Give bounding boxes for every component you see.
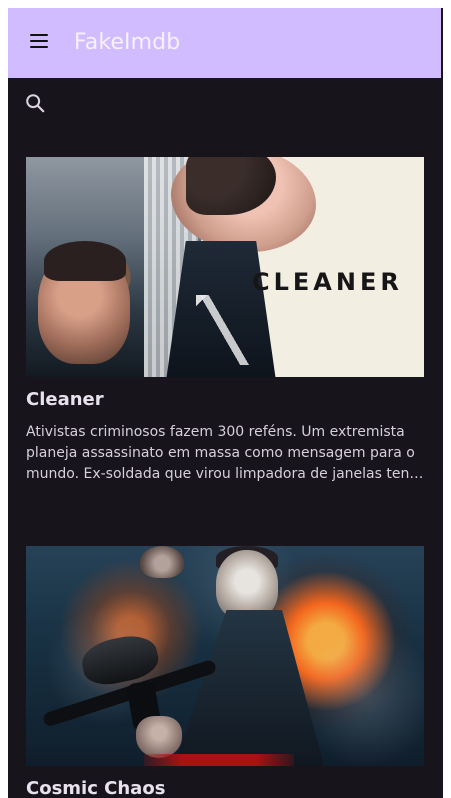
poster-red-strip: [144, 754, 294, 766]
poster-man-head: [140, 546, 184, 578]
search-button[interactable]: [22, 92, 48, 118]
app-screen: FakeImdb CLEANER Cleaner Ativistas crimi…: [0, 0, 451, 798]
app-title: FakeImdb: [74, 30, 181, 55]
menu-button[interactable]: [8, 8, 70, 78]
movie-poster: CLEANER: [26, 157, 424, 377]
poster-title-text: CLEANER: [252, 268, 403, 296]
search-icon: [24, 92, 46, 118]
poster-hands: [136, 716, 182, 758]
movie-description: Ativistas criminosos fazem 300 reféns. U…: [26, 424, 424, 482]
poster-man-hair: [44, 241, 126, 281]
top-app-bar: FakeImdb: [8, 8, 441, 78]
poster-shards: [196, 295, 266, 365]
poster-girl-face: [216, 550, 278, 620]
menu-icon: [27, 29, 51, 57]
movie-title: Cleaner: [26, 389, 104, 410]
movie-title: Cosmic Chaos: [26, 778, 166, 798]
movie-card[interactable]: CLEANER Cleaner Ativistas criminosos faz…: [26, 157, 424, 485]
movie-card[interactable]: Cosmic Chaos: [26, 546, 424, 798]
movie-poster: [26, 546, 424, 766]
